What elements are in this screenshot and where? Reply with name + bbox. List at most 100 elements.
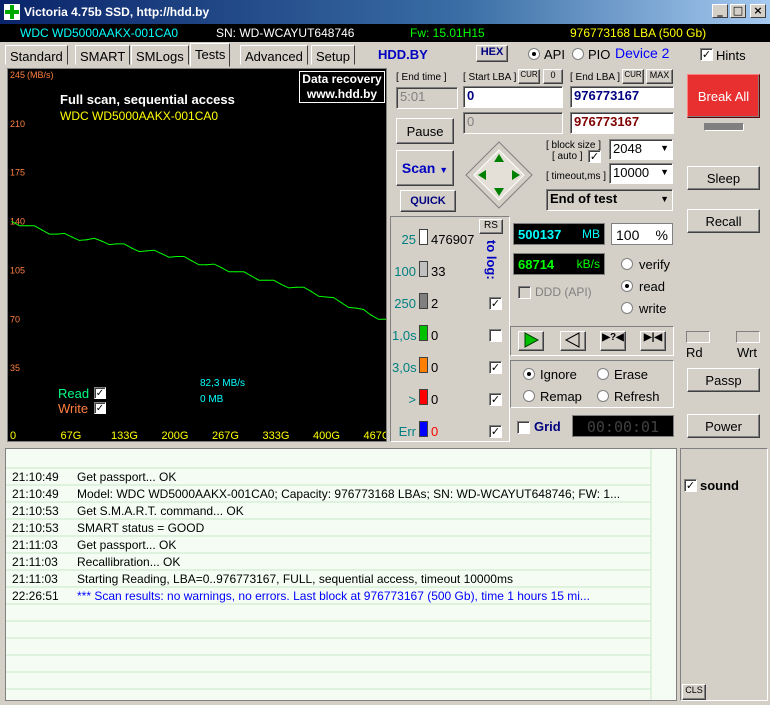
ddd-checkbox[interactable] [518,286,531,299]
refresh-label: Refresh [614,389,660,404]
log-message: Get passport... OK [77,470,177,484]
start-zero-button[interactable]: 0 [543,69,563,84]
auto-checkbox[interactable]: ✓ [588,150,601,163]
direction-pad[interactable] [464,140,534,210]
tab-tests[interactable]: Tests [190,43,231,67]
log-message: Recallibration... OK [77,555,181,569]
read-legend-label: Read [58,386,90,401]
ad-line2: www.hdd.by [306,87,378,101]
block-size-select[interactable]: 2048 ▼ [609,139,673,160]
log-message: SMART status = GOOD [77,521,205,535]
log-time: 21:10:49 [12,470,59,484]
api-radio[interactable] [528,48,540,60]
cls-button[interactable]: CLS [682,684,706,700]
close-button[interactable]: × [750,4,766,18]
play-button[interactable] [518,331,544,351]
stat-count: 476907 [431,232,475,247]
sleep-button[interactable]: Sleep [687,166,760,190]
power-button[interactable]: Power [687,414,760,438]
grid-checkbox[interactable] [517,421,530,434]
end-max-button[interactable]: MAX [646,69,673,84]
log-stat-checkbox[interactable]: ✓ [489,425,502,438]
stat-label: 100 [394,264,416,279]
start-lba-field[interactable]: 0 [463,86,563,108]
percent-readout: 100 % [611,223,673,245]
quick-button[interactable]: QUICK [400,190,456,212]
log-stat-checkbox[interactable]: ✓ [489,361,502,374]
step-icon: ▶?◀ [602,332,624,343]
end-action-select[interactable]: End of test ▼ [546,189,673,211]
mb-unit: MB [582,227,600,241]
sound-checkbox[interactable]: ✓ [684,479,697,492]
remap-radio[interactable] [523,390,535,402]
to-log-label: to log: [484,240,499,280]
start-lba-label: [ Start LBA ] [463,72,517,83]
minimize-button[interactable]: _ [712,4,728,18]
window-title: Victoria 4.75b SSD, http://hdd.by [24,5,210,19]
tab-standard[interactable]: Standard [5,45,68,65]
timeout-select[interactable]: 10000 ▼ [609,163,673,184]
log-stat-checkbox[interactable]: ✓ [489,297,502,310]
back-button[interactable] [560,331,586,351]
read-speed-point [161,253,163,255]
log-time: 21:11:03 [12,572,58,586]
scan-button[interactable]: Scan ▼ [396,150,454,186]
read-speed-point [235,271,237,273]
tab-advanced[interactable]: Advanced [240,45,308,65]
ad-banner[interactable]: Data recovery www.hdd.by [299,71,385,103]
read-radio[interactable] [621,280,633,292]
recall-button[interactable]: Recall [687,209,760,233]
end-cur-button[interactable]: CUR [622,69,644,84]
maximize-button[interactable]: □ [730,4,746,18]
stat-color-block [419,293,428,309]
end-time-field[interactable]: 5:01 [396,87,458,109]
read-legend-checkbox[interactable]: ✓ [94,387,106,399]
end-button[interactable]: ▶|◀ [640,331,666,351]
drive-firmware: Fw: 15.01H15 [410,26,485,40]
scan-label: Scan [401,160,436,176]
end-lba-field-2[interactable]: 976773167 [570,112,674,134]
y-tick-label: 70 [10,314,20,324]
remap-label: Remap [540,389,582,404]
x-tick-label: 200G [162,430,189,442]
verify-radio[interactable] [621,258,633,270]
tab-smart[interactable]: SMART [75,45,131,65]
current-lba-field: 0 [463,112,563,134]
rewind-icon [564,332,580,348]
hints-checkbox[interactable]: ✓ [700,48,713,61]
api-label: API [544,47,565,62]
hints-label: Hints [716,48,746,63]
end-lba-label: [ End LBA ] [570,72,621,83]
pause-button[interactable]: Pause [396,118,454,144]
start-cur-button[interactable]: CUR [518,69,540,84]
hex-button[interactable]: HEX [476,45,508,62]
tab-setup[interactable]: Setup [311,45,355,65]
log-stat-checkbox[interactable] [489,329,502,342]
app-icon [4,4,20,20]
dropdown-arrow-icon: ▼ [660,194,669,204]
speed-readout: 82,3 MB/s [200,378,246,389]
brand-label: HDD.BY [378,47,428,62]
end-lba-field[interactable]: 976773167 [570,86,674,108]
dropdown-arrow-icon: ▼ [660,143,669,153]
passp-button[interactable]: Passp [687,368,760,392]
refresh-radio[interactable] [597,390,609,402]
rd-indicator [686,331,710,343]
pio-radio[interactable] [572,48,584,60]
device-label[interactable]: Device 2 [615,45,669,61]
write-radio[interactable] [621,302,633,314]
step-button[interactable]: ▶?◀ [600,331,626,351]
break-all-button[interactable]: Break All [687,74,760,118]
x-tick-label: 267G [212,430,239,442]
tab-smlogs[interactable]: SMLogs [131,45,189,65]
ignore-radio[interactable] [523,368,535,380]
log-stat-checkbox[interactable]: ✓ [489,393,502,406]
read-speed-point [26,225,28,227]
stat-color-block [419,325,428,341]
log-time: 22:26:51 [12,589,59,603]
rs-button[interactable]: RS [479,219,503,234]
x-tick-label: 67G [61,430,82,442]
log-time: 21:11:03 [12,555,58,569]
write-legend-checkbox[interactable]: ✓ [94,402,106,414]
erase-radio[interactable] [597,368,609,380]
